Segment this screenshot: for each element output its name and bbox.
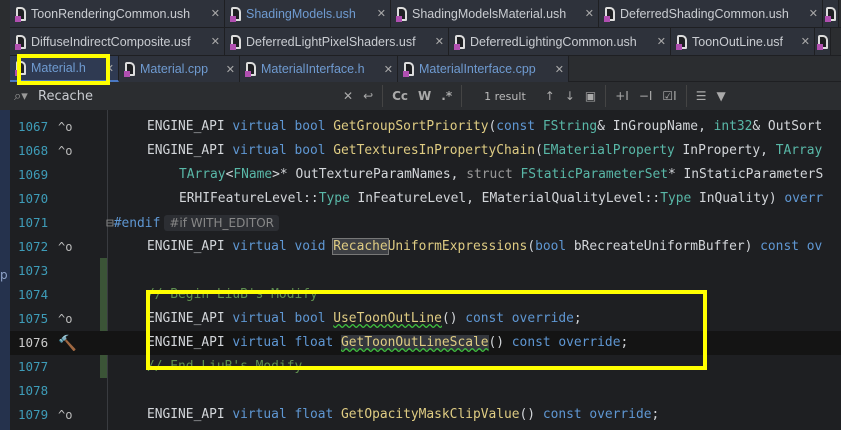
- code-line: 1077// End LiuB's Modify: [18, 359, 303, 374]
- file-icon: [604, 6, 615, 22]
- tab-overflow[interactable]: [815, 28, 831, 55]
- code-line: 1070 ERHIFeatureLevel::Type InFeatureLeve…: [18, 191, 824, 206]
- code-line: 1078: [18, 383, 49, 398]
- close-icon[interactable]: ✕: [206, 7, 220, 20]
- code-line: 1079 ^o ENGINE_API virtual float GetOpacit…: [10, 403, 841, 427]
- code-line: 1072 ^o ENGINE_API virtual void RecacheUni…: [10, 235, 841, 259]
- code-line: 1069 TArray<FName>* OutTextureParamNames,…: [18, 167, 824, 182]
- close-icon[interactable]: ✕: [100, 62, 114, 75]
- code-line: 1071 ⊟#endif #if WITH_EDITOR: [10, 211, 841, 235]
- close-icon[interactable]: ✕: [580, 7, 594, 20]
- tab-label: MaterialInterface.cpp: [419, 62, 536, 76]
- match-case-button[interactable]: Cc: [392, 89, 408, 103]
- close-icon[interactable]: ✕: [221, 63, 235, 76]
- tab-label: DeferredShadingCommon.ush: [620, 6, 789, 21]
- left-tool-strip: p: [0, 0, 10, 430]
- tab-label: ShadingModelsMaterial.ush: [412, 6, 567, 21]
- tab-label: DiffuseIndirectComposite.usf: [31, 34, 191, 49]
- tab-overflow[interactable]: [823, 0, 839, 27]
- tab-label: ToonOutLine.usf: [692, 34, 784, 49]
- tab-toonrenderingcommon[interactable]: ToonRenderingCommon.ush ✕: [10, 0, 225, 27]
- close-icon[interactable]: ✕: [804, 7, 818, 20]
- file-icon: [676, 34, 687, 50]
- search-icon[interactable]: ⌕▾: [14, 89, 38, 104]
- file-icon: [825, 6, 836, 22]
- close-icon[interactable]: ✕: [796, 35, 810, 48]
- close-icon[interactable]: ✕: [372, 7, 386, 20]
- search-input[interactable]: [38, 88, 338, 104]
- file-icon: [15, 34, 26, 50]
- newline-icon[interactable]: ↩: [363, 89, 373, 103]
- tab-label: Material.cpp: [140, 62, 209, 76]
- tab-materialinterface-cpp[interactable]: MaterialInterface.cpp ✕: [398, 56, 569, 82]
- code-line-current: 1076 🔨 ENGINE_API virtual float GetToonOut…: [10, 331, 841, 355]
- regex-button[interactable]: .*: [441, 89, 452, 103]
- tab-materialinterface-h[interactable]: MaterialInterface.h ✕: [240, 56, 398, 82]
- tab-label: ShadingModels.ush: [246, 6, 356, 21]
- tab-material-h[interactable]: Material.h ✕: [10, 56, 119, 82]
- inlay-hint: #if WITH_EDITOR: [164, 215, 280, 231]
- code-line: 1068 ^o ENGINE_API virtual bool GetTexture…: [10, 139, 841, 163]
- override-icon[interactable]: ^o: [58, 307, 72, 331]
- clear-icon[interactable]: ✕: [343, 89, 353, 103]
- file-icon: [230, 6, 241, 22]
- tab-label: DeferredLightingCommon.ush: [470, 34, 637, 49]
- whole-words-button[interactable]: W: [418, 89, 431, 103]
- tab-deferredlightingcommon[interactable]: DeferredLightingCommon.ush ✕: [449, 28, 671, 55]
- tab-label: MaterialInterface.h: [261, 62, 365, 76]
- close-icon[interactable]: ✕: [430, 35, 444, 48]
- result-count: 1 result: [484, 89, 526, 103]
- code-line: 1074// Begin LiuB's Modify: [18, 287, 318, 302]
- file-icon: [124, 62, 135, 77]
- hammer-icon[interactable]: 🔨: [58, 331, 77, 355]
- remove-selection-icon[interactable]: −Ⅰ: [639, 89, 653, 103]
- close-icon[interactable]: ✕: [550, 63, 564, 76]
- open-in-window-icon[interactable]: ▣: [585, 89, 596, 103]
- tab-row-3: Material.h ✕ Material.cpp ✕ MaterialInterf…: [10, 56, 841, 82]
- tab-shadingmodelsmaterial[interactable]: ShadingModelsMaterial.ush ✕: [391, 0, 599, 27]
- file-icon: [396, 6, 407, 22]
- tab-label: DeferredLightPixelShaders.usf: [246, 34, 416, 49]
- tab-diffuseindirectcomposite[interactable]: DiffuseIndirectComposite.usf ✕: [10, 28, 225, 55]
- tab-row-2: DiffuseIndirectComposite.usf ✕ DeferredLi…: [10, 28, 841, 56]
- close-icon[interactable]: ✕: [206, 35, 220, 48]
- close-icon[interactable]: ✕: [652, 35, 666, 48]
- override-icon[interactable]: ^o: [58, 403, 72, 427]
- tab-deferredlightpixelshaders[interactable]: DeferredLightPixelShaders.usf ✕: [225, 28, 449, 55]
- code-line: 1073: [18, 263, 49, 278]
- add-selection-icon[interactable]: +Ⅰ: [615, 89, 629, 103]
- select-all-icon[interactable]: ☑Ⅰ: [662, 89, 676, 103]
- file-icon: [454, 34, 465, 50]
- tab-shadingmodels[interactable]: ShadingModels.ush ✕: [225, 0, 391, 27]
- filter-icon[interactable]: ▼: [716, 89, 725, 103]
- override-icon[interactable]: ^o: [58, 115, 72, 139]
- file-icon: [403, 62, 414, 77]
- tab-row-1: ToonRenderingCommon.ush ✕ ShadingModels.u…: [10, 0, 841, 28]
- tab-toonoutline[interactable]: ToonOutLine.usf ✕: [671, 28, 815, 55]
- in-selection-icon[interactable]: ☰: [696, 89, 707, 103]
- arrow-down-icon[interactable]: ↓: [565, 89, 575, 103]
- file-icon: [230, 34, 241, 50]
- tab-deferredshadingcommon[interactable]: DeferredShadingCommon.ush ✕: [599, 0, 823, 27]
- side-panel-label[interactable]: p: [0, 268, 8, 282]
- code-line: 1075 ^o ENGINE_API virtual bool UseToonOut…: [10, 307, 841, 331]
- close-icon[interactable]: ✕: [379, 63, 393, 76]
- code-line: 1067 ^o ENGINE_API virtual bool GetGroupSo…: [10, 115, 841, 139]
- tab-material-cpp[interactable]: Material.cpp ✕: [119, 56, 240, 82]
- file-icon: [15, 6, 26, 22]
- find-bar: ⌕▾ ✕ ↩ Cc W .* 1 result ↑ ↓ ▣ +Ⅰ −Ⅰ ☑Ⅰ ☰…: [10, 82, 841, 110]
- arrow-up-icon[interactable]: ↑: [545, 89, 555, 103]
- file-icon: [15, 61, 26, 76]
- tab-label: Material.h: [31, 61, 86, 75]
- override-icon[interactable]: ^o: [58, 235, 72, 259]
- search-match: Recache: [332, 238, 389, 255]
- code-editor[interactable]: 1067 ^o ENGINE_API virtual bool GetGroupSo…: [10, 110, 841, 430]
- file-icon: [817, 34, 828, 50]
- override-icon[interactable]: ^o: [58, 139, 72, 163]
- file-icon: [245, 62, 256, 77]
- tab-label: ToonRenderingCommon.ush: [31, 6, 191, 21]
